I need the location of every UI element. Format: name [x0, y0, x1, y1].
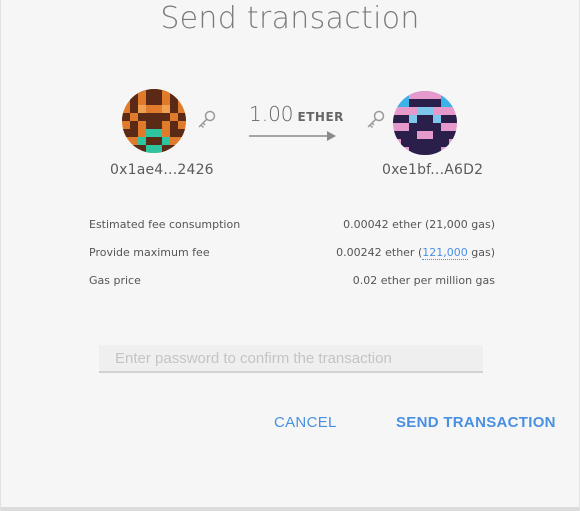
gas-price-value: 0.02 ether per million gas	[352, 274, 495, 287]
amount-unit: ETHER	[297, 110, 344, 124]
max-fee-row: Provide maximum fee 0.00242 ether (121,0…	[89, 243, 495, 271]
sender-address: 0x1ae4...2426	[110, 162, 214, 178]
max-fee-value: 0.00242 ether (121,000 gas)	[336, 243, 495, 271]
dialog-title: Send transaction	[160, 1, 420, 36]
password-input[interactable]	[99, 345, 483, 373]
max-fee-suffix: gas)	[467, 246, 495, 259]
amount-value: 1.00	[249, 102, 294, 126]
fee-details: Estimated fee consumption 0.00042 ether …	[89, 215, 495, 299]
max-fee-prefix: 0.00242 ether (	[336, 246, 423, 259]
gas-price-row: Gas price 0.02 ether per million gas	[89, 271, 495, 299]
bottom-divider	[1, 507, 579, 511]
recipient-key-icon	[367, 110, 385, 129]
send-transaction-dialog: Send transaction 0x1ae4...2426 1.00 ETHE…	[0, 0, 580, 511]
fee-row: Estimated fee consumption 0.00042 ether …	[89, 215, 495, 243]
recipient-address: 0xe1bf...A6D2	[382, 162, 484, 178]
max-gas-editable[interactable]: 121,000	[422, 246, 468, 260]
transfer-arrow-icon	[249, 131, 336, 141]
max-fee-label: Provide maximum fee	[89, 246, 210, 259]
gas-price-label: Gas price	[89, 274, 141, 287]
fee-value: 0.00042 ether (21,000 gas)	[343, 218, 495, 231]
recipient-identicon	[393, 91, 457, 155]
sender-key-icon	[198, 110, 216, 129]
send-transaction-button[interactable]: SEND TRANSACTION	[396, 414, 556, 431]
sender-identicon	[122, 89, 186, 153]
fee-label: Estimated fee consumption	[89, 218, 241, 231]
transfer-amount: 1.00 ETHER	[249, 102, 344, 126]
cancel-button[interactable]: CANCEL	[274, 414, 337, 431]
